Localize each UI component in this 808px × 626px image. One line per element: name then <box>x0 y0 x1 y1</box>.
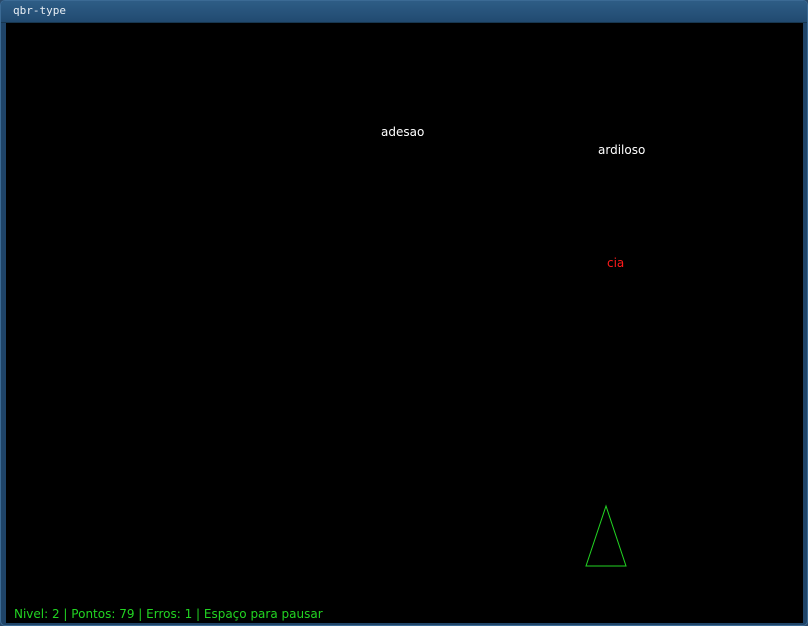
game-window: qbr-type adesao ardiloso cia Nivel: 2 | … <box>0 0 808 626</box>
title-bar[interactable]: qbr-type <box>1 1 807 23</box>
triangle-ship-icon <box>585 504 627 567</box>
target-word: cia <box>607 256 625 270</box>
window-title: qbr-type <box>13 4 66 17</box>
status-bar: Nivel: 2 | Pontos: 79 | Erros: 1 | Espaç… <box>14 607 323 621</box>
falling-word: ardiloso <box>598 143 646 157</box>
game-canvas[interactable]: adesao ardiloso cia Nivel: 2 | Pontos: 7… <box>6 23 803 623</box>
falling-word: adesao <box>381 125 425 139</box>
